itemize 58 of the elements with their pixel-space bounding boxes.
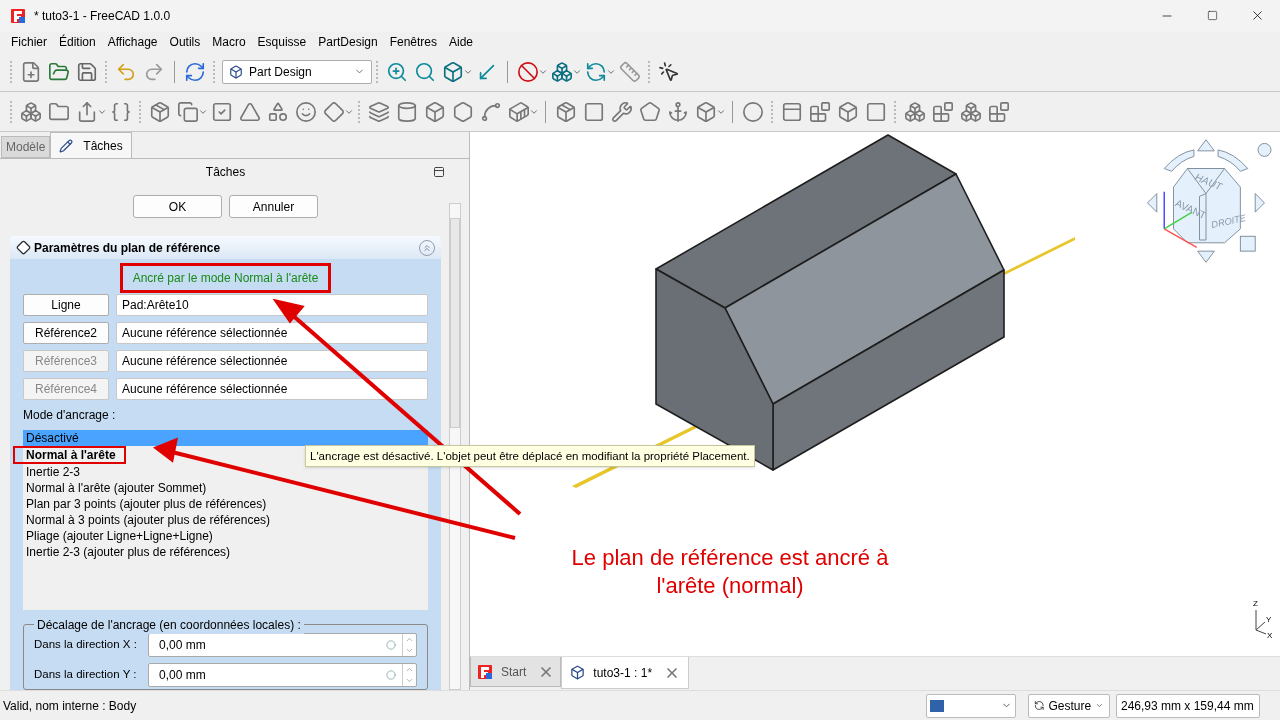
document-tab[interactable]: tuto3-1 : 1*	[561, 657, 690, 689]
menu-item[interactable]: Outils	[163, 33, 207, 51]
menu-item[interactable]: Affichage	[101, 33, 164, 51]
mode-item[interactable]: Désactivé	[23, 430, 428, 446]
datum-plane-icon	[16, 240, 31, 255]
window-title: * tuto3-1 - FreeCAD 1.0.0	[34, 8, 171, 25]
mode-item[interactable]: Normal à l'arête (ajouter Sommet)	[23, 480, 428, 496]
mode-item[interactable]: Normal à 3 points (ajouter plus de références)	[23, 512, 428, 528]
reference-button[interactable]: Référence2	[23, 322, 109, 344]
axis-label: X	[1267, 632, 1273, 640]
axis-label: Y	[1266, 616, 1272, 624]
annotation-text: Le plan de référence est ancré à l'arête (normal)	[570, 544, 890, 600]
menu-item[interactable]: Fichier	[5, 33, 53, 51]
app-logo-icon	[10, 8, 26, 24]
maximize-icon[interactable]	[1207, 10, 1218, 21]
section-title: Paramètres du plan de référence	[34, 239, 221, 257]
mode-item[interactable]: Pliage (ajouter Ligne+Ligne+Ligne)	[23, 528, 428, 544]
close-icon[interactable]	[1250, 8, 1265, 23]
reference-field[interactable]: Aucune référence sélectionnée	[116, 322, 428, 344]
mode-item[interactable]: Plan par 3 points (ajouter plus de références)	[23, 496, 428, 512]
panel-tab[interactable]: Tâches	[50, 132, 132, 158]
app-logo-icon	[477, 663, 493, 680]
color-swatch	[930, 699, 944, 712]
panel-title: Tâches	[205, 164, 246, 181]
workbench-dropdown[interactable]: Part Design	[222, 59, 372, 84]
dimensions-dropdown[interactable]: 246,93 mm x 159,44 mm	[1116, 693, 1260, 718]
reference-field[interactable]: Pad:Arête10	[116, 294, 428, 316]
menu-item[interactable]: Aide	[443, 33, 480, 51]
panel-dock-icon[interactable]	[433, 166, 445, 178]
dialog-button[interactable]: Annuler	[229, 195, 318, 218]
mode-item[interactable]: Normal à l'arête	[13, 446, 126, 464]
attachment-status: Ancré par le mode Normal à l'arête	[119, 263, 332, 293]
tooltip: L'ancrage est désactivé. L'objet peut être déplacé en modifiant la propriété Placement.	[305, 445, 755, 467]
menu-item[interactable]: Macro	[206, 33, 252, 51]
field-label: Dans la direction Y :	[34, 667, 138, 683]
color-dropdown[interactable]	[926, 693, 1016, 718]
dialog-button[interactable]: OK	[133, 195, 222, 218]
panel-tab[interactable]: Modèle	[1, 136, 51, 158]
mode-label: Mode d'ancrage :	[23, 407, 117, 424]
mode-item[interactable]: Inertie 2-3 (ajouter plus de références)	[23, 544, 428, 560]
menu-item[interactable]: Fenêtres	[383, 33, 443, 51]
rotate-arrows-icon	[1034, 699, 1045, 712]
menu-item[interactable]: PartDesign	[312, 33, 384, 51]
document-tab[interactable]: Start	[470, 657, 562, 687]
cube-face-label: DROITE	[1210, 212, 1247, 230]
axis-label: Z	[1253, 600, 1258, 608]
axis-triad-icon	[1252, 608, 1268, 636]
field-label: Dans la direction X :	[34, 637, 138, 653]
pencil-icon	[59, 138, 74, 153]
document-icon	[570, 665, 586, 680]
cube-face-label: HAUT	[1193, 171, 1224, 193]
reference-button[interactable]: Ligne	[23, 294, 109, 316]
status-message: Valid, nom interne : Body	[3, 697, 137, 715]
navigation-style-dropdown[interactable]: Gesture	[1028, 693, 1110, 718]
menu-item[interactable]: Édition	[53, 33, 102, 51]
cube-icon	[229, 64, 243, 79]
mode-item[interactable]: Inertie 2-3	[23, 464, 428, 480]
menu-item[interactable]: Esquisse	[251, 33, 313, 51]
